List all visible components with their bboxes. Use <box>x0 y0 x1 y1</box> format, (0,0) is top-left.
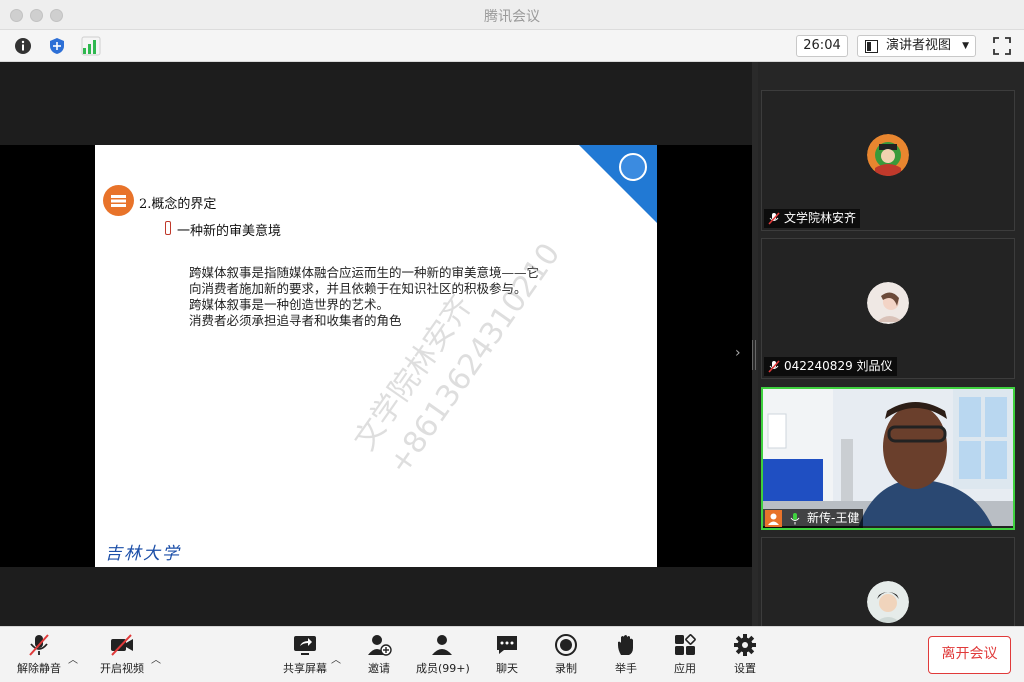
start-video-label: 开启视频 <box>100 662 144 675</box>
fullscreen-icon[interactable] <box>992 36 1012 56</box>
members-icon <box>432 635 452 655</box>
chevron-right-icon[interactable]: › <box>735 345 741 361</box>
sidebar-resize-handle[interactable] <box>752 340 756 370</box>
view-mode-label: 演讲者视图 <box>886 38 952 53</box>
mic-muted-icon <box>768 360 780 373</box>
chat-button[interactable]: 聊天 <box>490 633 524 679</box>
participant-tile[interactable]: 042240829 刘品仪 <box>761 238 1015 379</box>
apps-label: 应用 <box>674 662 696 675</box>
mic-active-icon <box>790 513 800 525</box>
participant-name: 042240829 刘品仪 <box>784 359 893 373</box>
mic-muted-icon <box>768 212 780 225</box>
share-screen-label: 共享屏幕 <box>283 662 327 675</box>
book-stack-icon <box>103 185 134 216</box>
university-seal-icon <box>619 153 647 181</box>
avatar <box>867 581 909 623</box>
chevron-up-icon[interactable]: ︿ <box>331 651 341 666</box>
record-icon <box>555 634 577 656</box>
chevron-up-icon[interactable]: ︿ <box>68 651 78 666</box>
layout-icon <box>865 40 878 53</box>
apps-grid-icon <box>675 634 696 655</box>
gear-icon <box>734 634 756 656</box>
start-video-button[interactable]: 开启视频 <box>96 633 148 679</box>
apps-button[interactable]: 应用 <box>668 633 702 679</box>
meeting-controls: 解除静音 ︿ 开启视频 ︿ 共享屏幕 ︿ 邀请 成员(99+) 聊天 录制 举手… <box>0 626 1024 682</box>
chat-label: 聊天 <box>496 662 518 675</box>
window-title: 腾讯会议 <box>484 9 540 25</box>
record-label: 录制 <box>555 662 577 675</box>
window-titlebar: 腾讯会议 <box>0 0 1024 30</box>
info-icon[interactable] <box>13 36 33 56</box>
participant-name: 新传-王健 <box>807 511 860 525</box>
raise-hand-button[interactable]: 举手 <box>609 633 643 679</box>
chevron-down-icon: ▼ <box>962 41 969 51</box>
unmute-label: 解除静音 <box>17 662 61 675</box>
invite-button[interactable]: 邀请 <box>361 633 397 679</box>
raise-hand-label: 举手 <box>615 662 637 675</box>
slide-body-line: 跨媒体叙事是一种创造世界的艺术。 <box>189 297 390 312</box>
video-off-icon <box>111 634 133 656</box>
participant-tile[interactable]: 文学院林安齐 <box>761 90 1015 231</box>
mic-muted-icon <box>29 634 49 656</box>
slide-corner-decoration <box>579 145 657 223</box>
meeting-timer: 26:04 <box>796 35 848 57</box>
participant-name: 文学院林安齐 <box>784 211 857 225</box>
invite-label: 邀请 <box>368 662 390 675</box>
host-icon <box>765 510 782 527</box>
participant-name-bar: 文学院林安齐 <box>764 209 861 228</box>
participant-tile-active-speaker[interactable]: 新传-王健 <box>761 387 1015 530</box>
watermark: 文学院林安齐 +8613624310210 <box>345 211 571 483</box>
slide-body-line: 消费者必须承担追寻者和收集者的角色 <box>189 313 402 328</box>
participant-name-bar: 新传-王健 <box>763 509 864 528</box>
members-button[interactable]: 成员(99+) <box>416 633 470 679</box>
thermometer-bullet-icon <box>165 221 171 235</box>
university-logo-text: 吉林大学 <box>105 544 181 564</box>
share-screen-button[interactable]: 共享屏幕 <box>281 633 329 679</box>
avatar <box>867 282 909 324</box>
unmute-button[interactable]: 解除静音 <box>14 633 64 679</box>
signal-strength-icon[interactable] <box>81 36 101 56</box>
settings-button[interactable]: 设置 <box>728 633 762 679</box>
view-mode-dropdown[interactable]: 演讲者视图 ▼ <box>857 35 976 57</box>
slide-section-title: 2.概念的界定 <box>139 197 217 212</box>
participant-name-bar: 042240829 刘品仪 <box>764 357 897 376</box>
participant-tile[interactable] <box>761 537 1015 626</box>
slide-subtitle: 一种新的审美意境 <box>177 224 282 239</box>
security-shield-icon[interactable] <box>47 36 67 56</box>
avatar <box>867 134 909 176</box>
invite-user-icon <box>368 635 392 656</box>
participant-video <box>763 389 1013 526</box>
raise-hand-icon <box>618 635 633 655</box>
record-button[interactable]: 录制 <box>549 633 583 679</box>
members-label: 成员(99+) <box>416 662 470 675</box>
share-screen-icon <box>294 636 316 655</box>
presentation-slide: 2.概念的界定 一种新的审美意境 跨媒体叙事是指随媒体融合应运而生的一种新的审美… <box>95 145 657 567</box>
chevron-up-icon[interactable]: ︿ <box>151 651 161 666</box>
meeting-toolbar: 26:04 演讲者视图 ▼ <box>0 30 1024 62</box>
leave-meeting-button[interactable]: 离开会议 <box>928 636 1011 674</box>
chat-icon <box>497 636 517 654</box>
settings-label: 设置 <box>734 662 756 675</box>
